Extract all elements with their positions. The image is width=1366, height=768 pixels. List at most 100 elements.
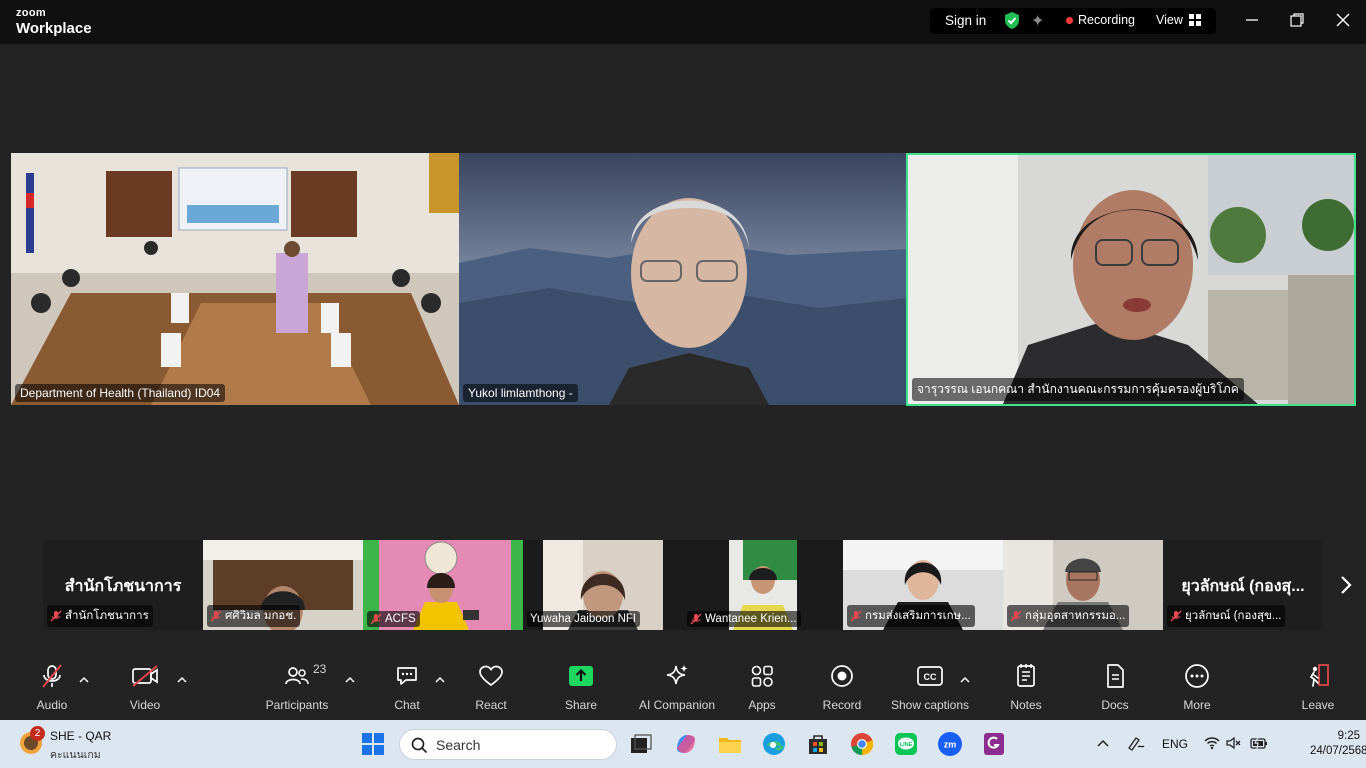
tile-name-label: จารุวรรณ เอนกคณา สำนักงานคณะกรรมการคุ้มค… bbox=[912, 378, 1244, 401]
system-clock[interactable]: 9:25 24/07/2568 bbox=[1310, 729, 1366, 759]
mic-muted-icon bbox=[850, 610, 862, 622]
audio-button[interactable]: Audio bbox=[30, 660, 74, 720]
view-label: View bbox=[1156, 13, 1183, 27]
windows-start-icon[interactable] bbox=[360, 731, 386, 757]
thumb-name-label: กรมส่งเสริมการเกษ... bbox=[847, 605, 975, 627]
audio-label: Audio bbox=[36, 698, 68, 712]
video-tile-jaruwan-active-speaker[interactable]: จารุวรรณ เอนกคณา สำนักงานคณะกรรมการคุ้มค… bbox=[906, 153, 1356, 406]
thumb-name-text: ศศิวิมล มกอช. bbox=[225, 610, 297, 622]
video-button[interactable]: Video bbox=[122, 660, 168, 720]
zoom-window: zoom Workplace Sign in ✦ Recording View bbox=[0, 0, 1366, 720]
video-options-caret-icon[interactable] bbox=[177, 676, 187, 684]
gallery-grid-icon bbox=[1188, 14, 1201, 26]
leave-exit-icon bbox=[1309, 664, 1329, 687]
thumb-name-label: ศศิวิมล มกอช. bbox=[207, 605, 301, 627]
battery-charging-icon[interactable] bbox=[1250, 736, 1268, 750]
thumb-name-text: ยุวลักษณ์ (กองสุข... bbox=[1185, 610, 1282, 622]
chat-bubble-icon bbox=[397, 667, 417, 685]
chat-button[interactable]: Chat bbox=[388, 660, 426, 720]
closed-captions-icon: CC bbox=[917, 666, 943, 686]
chat-options-caret-icon[interactable] bbox=[435, 676, 445, 684]
gallery-thumb[interactable]: Wantanee Krien... bbox=[683, 540, 843, 630]
pen-ink-icon[interactable] bbox=[1126, 734, 1146, 752]
gallery-thumb[interactable]: สำนักโภชนาการ สำนักโภชนาการ bbox=[43, 540, 203, 630]
svg-text:LINE: LINE bbox=[900, 742, 913, 748]
gallery-thumb[interactable]: กลุ่มอุตสาหกรรมอ... bbox=[1003, 540, 1163, 630]
restore-icon[interactable] bbox=[1287, 10, 1307, 30]
volume-muted-icon[interactable] bbox=[1226, 736, 1242, 750]
thumb-name-label: สำนักโภชนาการ bbox=[47, 605, 153, 627]
gallery-thumb[interactable]: กรมส่งเสริมการเกษ... bbox=[843, 540, 1003, 630]
gallery-thumb[interactable]: Yuwaha Jaiboon NFI bbox=[523, 540, 683, 630]
leave-button[interactable]: Leave bbox=[1298, 660, 1338, 720]
recording-indicator[interactable]: Recording bbox=[1066, 13, 1135, 27]
show-hidden-icons-chevron-icon[interactable] bbox=[1096, 738, 1110, 748]
widget-subtitle: คะแนนเกม bbox=[50, 749, 101, 761]
gallery-next-arrow-icon[interactable] bbox=[1338, 575, 1354, 595]
more-label: More bbox=[1183, 698, 1211, 712]
zoom-app-icon[interactable]: zm bbox=[937, 731, 963, 757]
logo-zoom-text: zoom bbox=[16, 7, 46, 19]
edge-browser-icon[interactable] bbox=[761, 731, 787, 757]
copilot-icon[interactable] bbox=[673, 731, 699, 757]
sign-in-button[interactable]: Sign in bbox=[945, 13, 986, 28]
thumb-name-text: กรมส่งเสริมการเกษ... bbox=[865, 610, 971, 622]
ai-sparkle-icon[interactable]: ✦ bbox=[1031, 11, 1049, 30]
thumb-name-label: Wantanee Krien... bbox=[687, 611, 801, 627]
gallery-thumb[interactable]: ยุวลักษณ์ (กองสุ... ยุวลักษณ์ (กองสุข... bbox=[1163, 540, 1323, 630]
heart-icon bbox=[479, 665, 503, 687]
thumb-display-name: สำนักโภชนาการ bbox=[64, 578, 182, 595]
input-language-indicator[interactable]: ENG bbox=[1162, 737, 1188, 751]
participant-video bbox=[908, 155, 1354, 404]
apps-button[interactable]: Apps bbox=[742, 660, 782, 720]
microsoft-store-icon[interactable] bbox=[805, 731, 831, 757]
participants-count: 23 bbox=[313, 662, 327, 676]
security-shield-icon[interactable] bbox=[1003, 11, 1021, 30]
search-placeholder: Search bbox=[436, 737, 481, 753]
taskbar-search-box[interactable]: Search bbox=[399, 729, 617, 760]
clock-time: 9:25 bbox=[1337, 730, 1360, 742]
more-button[interactable]: More bbox=[1176, 660, 1218, 720]
participants-options-caret-icon[interactable] bbox=[345, 676, 355, 684]
share-screen-icon bbox=[569, 666, 593, 686]
notes-button[interactable]: Notes bbox=[1005, 660, 1047, 720]
thumb-name-label: ACFS bbox=[367, 611, 420, 627]
ai-companion-label: AI Companion bbox=[638, 698, 716, 712]
wifi-icon[interactable] bbox=[1204, 736, 1220, 750]
share-label: Share bbox=[564, 698, 598, 712]
participants-button[interactable]: 23 Participants bbox=[262, 660, 332, 720]
chrome-browser-icon[interactable] bbox=[849, 731, 875, 757]
clock-date: 24/07/2568 bbox=[1310, 745, 1366, 757]
minimize-icon[interactable] bbox=[1242, 10, 1262, 30]
task-view-icon[interactable] bbox=[628, 731, 654, 757]
tile-name-label: Yukol limlamthong - bbox=[463, 384, 578, 402]
share-button[interactable]: Share bbox=[560, 660, 602, 720]
mic-muted-icon bbox=[210, 610, 222, 622]
docs-button[interactable]: Docs bbox=[1094, 660, 1136, 720]
mic-muted-icon bbox=[50, 610, 62, 622]
audio-options-caret-icon[interactable] bbox=[79, 676, 89, 684]
search-icon bbox=[411, 737, 428, 754]
react-button[interactable]: React bbox=[470, 660, 512, 720]
pdf-app-icon[interactable] bbox=[981, 731, 1007, 757]
thumb-name-text: Yuwaha Jaiboon NFI bbox=[530, 613, 637, 625]
file-explorer-icon[interactable] bbox=[717, 731, 743, 757]
recording-dot-icon bbox=[1066, 16, 1073, 24]
video-tile-department-of-health[interactable]: Department of Health (Thailand) ID04 bbox=[11, 153, 459, 405]
close-icon[interactable] bbox=[1333, 10, 1353, 30]
docs-label: Docs bbox=[1101, 698, 1129, 712]
thumb-name-label: Yuwaha Jaiboon NFI bbox=[527, 611, 641, 627]
record-button[interactable]: Record bbox=[820, 660, 864, 720]
gallery-thumb[interactable]: ศศิวิมล มกอช. bbox=[203, 540, 363, 630]
gallery-thumb[interactable]: ACFS bbox=[363, 540, 523, 630]
view-button[interactable]: View bbox=[1156, 13, 1201, 27]
chat-label: Chat bbox=[394, 698, 420, 712]
ai-companion-button[interactable]: AI Companion bbox=[636, 660, 718, 720]
logo-workplace-text: Workplace bbox=[16, 20, 92, 37]
show-captions-button[interactable]: CC Show captions bbox=[888, 660, 972, 720]
widget-title[interactable]: SHE - QAR bbox=[50, 729, 111, 743]
captions-options-caret-icon[interactable] bbox=[960, 676, 970, 684]
mic-muted-icon bbox=[690, 613, 702, 625]
video-tile-yukol[interactable]: Yukol limlamthong - bbox=[459, 153, 907, 405]
line-app-icon[interactable]: LINE bbox=[893, 731, 919, 757]
